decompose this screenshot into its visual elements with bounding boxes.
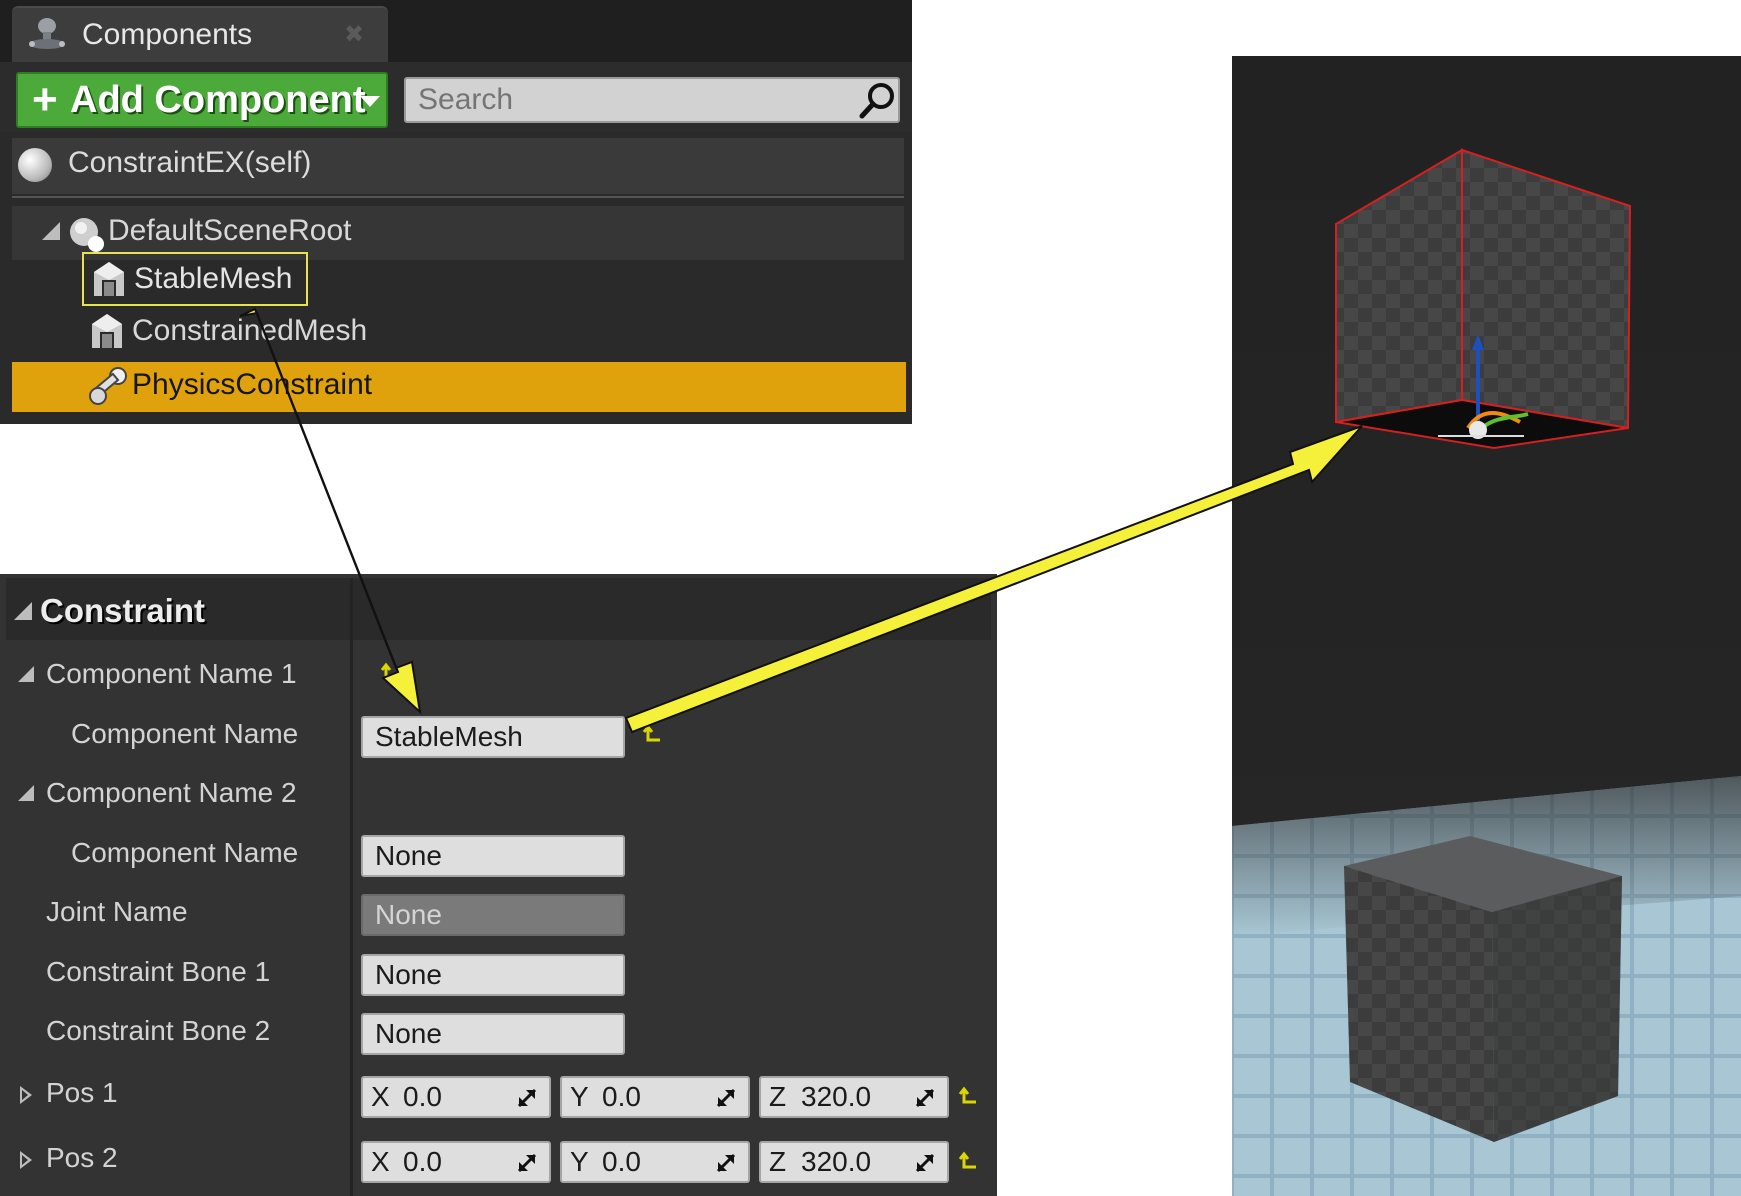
close-icon[interactable]: ✖ [344, 20, 364, 49]
divider [12, 196, 904, 198]
actor-sphere-icon [18, 148, 52, 182]
components-toolbar: + Add Component [0, 62, 912, 132]
reset-to-default-icon[interactable] [958, 1086, 980, 1108]
components-tab-label: Components [82, 18, 253, 51]
collapse-arrow-icon[interactable] [20, 1151, 32, 1169]
axis-value: 0.0 [403, 1146, 442, 1177]
tree-item-label: ConstrainedMesh [132, 314, 368, 347]
search-icon[interactable] [858, 80, 898, 120]
constraint-bone-1-label: Constraint Bone 1 [46, 956, 271, 987]
tree-item-stablemesh[interactable]: StableMesh [82, 252, 308, 306]
expand-arrow-icon[interactable] [14, 602, 32, 620]
axis-label: Z [769, 1146, 787, 1177]
drag-spin-icon[interactable] [714, 1151, 738, 1175]
physics-constraint-icon [89, 367, 127, 405]
add-component-label: Add Component [70, 79, 366, 121]
axis-value: 0.0 [602, 1146, 641, 1177]
reset-to-default-icon[interactable] [958, 1151, 980, 1173]
pos-2-y-field[interactable]: Y 0.0 [560, 1141, 750, 1183]
constraint-section-header[interactable]: Constraint [6, 578, 991, 640]
pos-2-label: Pos 2 [46, 1142, 118, 1173]
pos-1-y-field[interactable]: Y 0.0 [560, 1076, 750, 1118]
viewport-scene [1232, 148, 1741, 1196]
components-tab[interactable]: Components ✖ [12, 6, 388, 64]
search-input[interactable] [404, 77, 900, 123]
scene-root-icon [70, 218, 104, 252]
components-icon [29, 18, 65, 49]
axis-label: Z [769, 1081, 787, 1112]
plus-icon: + [32, 75, 58, 124]
static-mesh-icon [94, 262, 124, 296]
constrained-mesh-cube[interactable] [1344, 836, 1622, 1142]
expand-arrow-icon[interactable] [18, 785, 34, 801]
axis-value: 320.0 [801, 1146, 872, 1177]
tree-item-label: PhysicsConstraint [132, 368, 373, 401]
axis-value: 0.0 [602, 1081, 641, 1112]
column-splitter[interactable] [350, 578, 353, 1196]
axis-label: X [371, 1081, 390, 1112]
viewport[interactable] [1232, 56, 1741, 1196]
drag-spin-icon[interactable] [714, 1086, 738, 1110]
drag-spin-icon[interactable] [913, 1086, 937, 1110]
tree-item-self[interactable]: ConstraintEX(self) [12, 138, 904, 194]
drag-spin-icon[interactable] [913, 1151, 937, 1175]
reset-to-default-icon[interactable] [380, 662, 402, 684]
component-name-1-label: Component Name 1 [46, 658, 297, 689]
tree-item-constrainedmesh[interactable]: ConstrainedMesh [84, 308, 684, 356]
section-title: Constraint [40, 592, 205, 629]
axis-label: Y [570, 1146, 589, 1177]
chevron-down-icon [360, 96, 380, 107]
tree-item-physicsconstraint[interactable]: PhysicsConstraint [12, 362, 906, 412]
component-name-2-label: Component Name 2 [46, 777, 297, 808]
pos-2-z-field[interactable]: Z 320.0 [759, 1141, 949, 1183]
collapse-arrow-icon[interactable] [20, 1086, 32, 1104]
axis-label: X [371, 1146, 390, 1177]
component-name-1-field[interactable]: StableMesh [361, 716, 625, 758]
pos-1-x-field[interactable]: X 0.0 [361, 1076, 551, 1118]
constraint-bone-1-field[interactable]: None [361, 954, 625, 996]
joint-name-field: None [361, 894, 625, 936]
reset-to-default-icon[interactable] [642, 724, 664, 746]
static-mesh-icon [92, 314, 122, 348]
axis-label: Y [570, 1081, 589, 1112]
components-panel: Components ✖ + Add Component ConstraintE… [0, 0, 912, 424]
details-panel: Constraint Component Name 1 Component Na… [0, 574, 997, 1196]
constraint-bone-2-field[interactable]: None [361, 1013, 625, 1055]
stable-mesh-cube[interactable] [1335, 148, 1632, 450]
axis-value: 0.0 [403, 1081, 442, 1112]
expand-arrow-icon[interactable] [42, 222, 60, 240]
pos-1-z-field[interactable]: Z 320.0 [759, 1076, 949, 1118]
drag-spin-icon[interactable] [515, 1151, 539, 1175]
component-name-2-field[interactable]: None [361, 835, 625, 877]
self-item-label: ConstraintEX(self) [68, 146, 312, 179]
component-name-field-label: Component Name [71, 837, 299, 868]
pos-2-x-field[interactable]: X 0.0 [361, 1141, 551, 1183]
add-component-button[interactable]: + Add Component [16, 72, 388, 128]
axis-value: 320.0 [801, 1081, 872, 1112]
constraint-bone-2-label: Constraint Bone 2 [46, 1015, 271, 1046]
component-name-field-label: Component Name [71, 718, 299, 749]
expand-arrow-icon[interactable] [18, 666, 34, 682]
drag-spin-icon[interactable] [515, 1086, 539, 1110]
tree-item-label: StableMesh [134, 262, 293, 295]
tree-item-label: DefaultSceneRoot [108, 214, 352, 247]
pos-1-label: Pos 1 [46, 1077, 118, 1108]
joint-name-label: Joint Name [46, 896, 188, 927]
components-tab-bar: Components ✖ [0, 0, 912, 64]
